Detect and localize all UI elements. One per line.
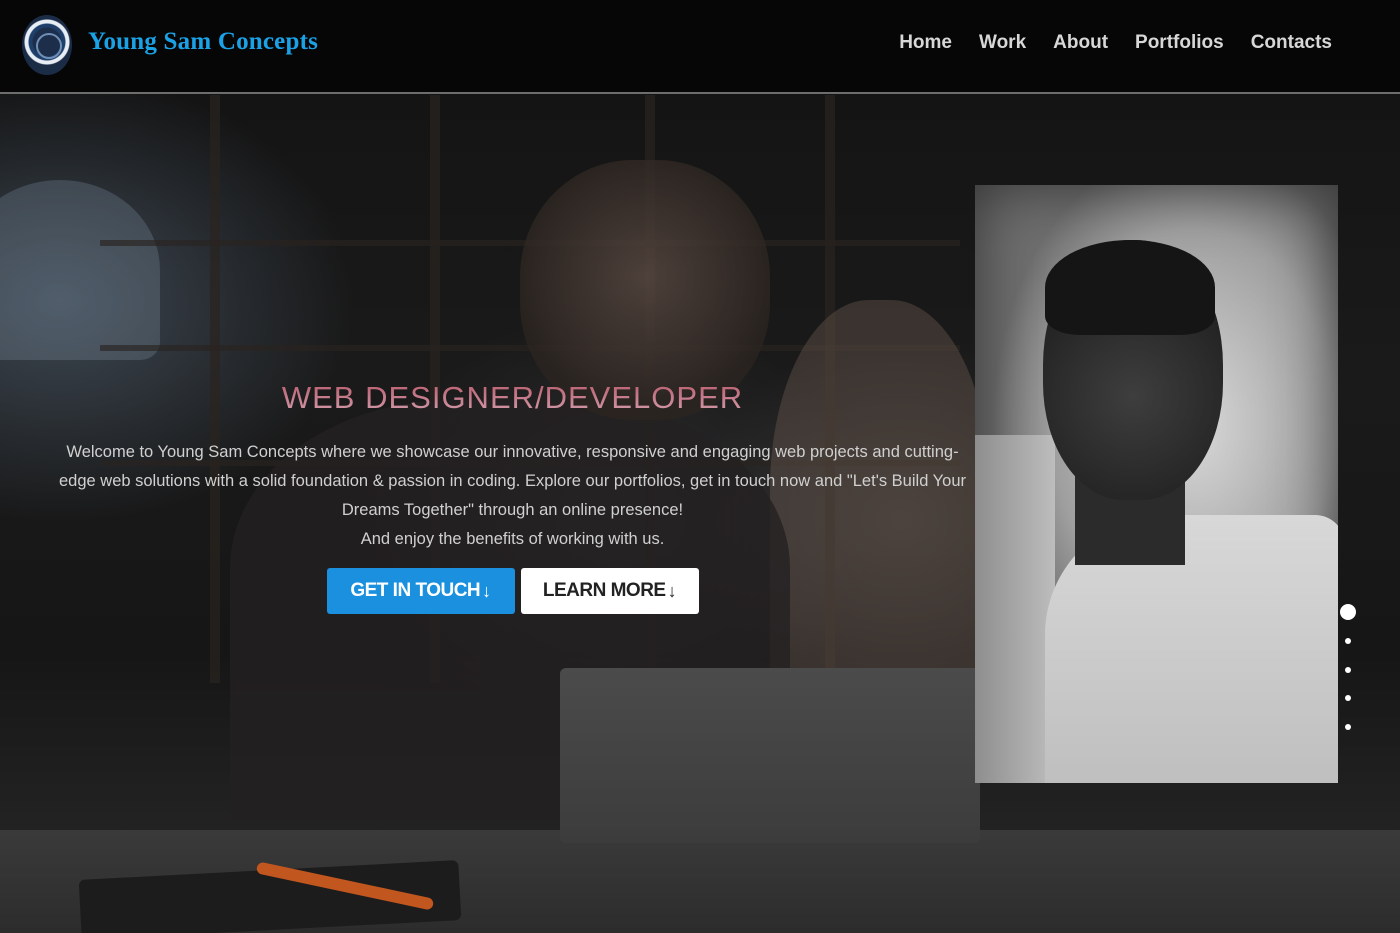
profile-portrait [975,185,1338,783]
learn-more-button[interactable]: LEARN MORE ↓ [520,568,699,614]
hero-description: Welcome to Young Sam Concepts where we s… [58,443,966,519]
hero-buttons: GET IN TOUCH ↓ LEARN MORE ↓ [55,568,970,614]
get-in-touch-label: GET IN TOUCH [350,580,481,601]
hero-title: WEB DESIGNER/DEVELOPER [55,380,970,416]
nav-work[interactable]: Work [979,32,1026,54]
carousel-dot-1[interactable] [1340,604,1356,620]
hero-description-2: And enjoy the benefits of working with u… [360,530,665,548]
brand-name[interactable]: Young Sam Concepts [88,28,318,56]
navbar: Young Sam Concepts Home Work About Portf… [0,0,1400,94]
nav-home[interactable]: Home [899,32,952,54]
get-in-touch-button[interactable]: GET IN TOUCH ↓ [326,568,515,614]
page: Young Sam Concepts Home Work About Portf… [0,0,1400,933]
portrait-hair [1045,240,1215,335]
nav-portfolios[interactable]: Portfolios [1135,32,1224,54]
portrait-background-wall [975,435,1055,783]
logo-emblem-icon[interactable] [22,15,72,75]
carousel-dot-3[interactable] [1345,667,1351,673]
main-nav: Home Work About Portfolios Contacts [899,32,1332,54]
laptop [560,668,980,843]
nav-contacts[interactable]: Contacts [1251,32,1332,54]
arrow-down-icon: ↓ [482,580,491,601]
carousel-dot-2[interactable] [1345,638,1351,644]
nav-about[interactable]: About [1053,32,1108,54]
logo-inner-ring [36,33,62,59]
learn-more-label: LEARN MORE [542,580,666,601]
lamp-decoration [0,180,160,360]
hero-content: WEB DESIGNER/DEVELOPER Welcome to Young … [55,380,970,614]
arrow-down-icon: ↓ [667,580,677,601]
carousel-dot-4[interactable] [1345,695,1351,701]
carousel-dot-5[interactable] [1345,724,1351,730]
